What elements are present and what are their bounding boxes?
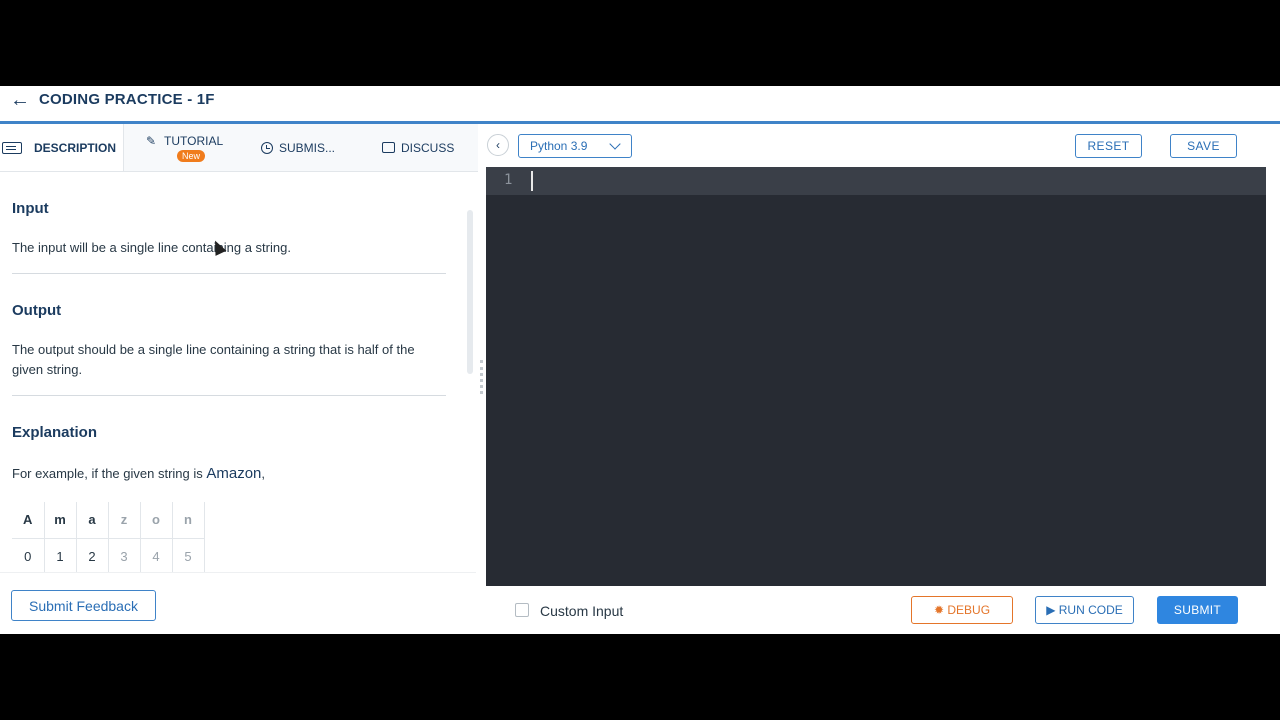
tab-discuss-label: DISCUSS xyxy=(401,140,455,155)
tab-tutorial[interactable]: ✎ TUTORIAL New xyxy=(143,124,243,171)
explanation-heading: Explanation xyxy=(12,424,98,441)
index-cell: 2 xyxy=(76,538,109,572)
pane-resize-handle[interactable] xyxy=(480,360,483,394)
input-text: The input will be a single line containi… xyxy=(12,240,291,255)
letter-cell: A xyxy=(12,502,45,539)
index-cell: 4 xyxy=(140,538,173,572)
index-table: A m a z o n 0 1 2 3 4 5 xyxy=(12,502,205,572)
letter-cell: o xyxy=(140,502,173,539)
divider xyxy=(12,273,446,274)
back-arrow-icon[interactable]: ← xyxy=(10,90,30,110)
chat-icon xyxy=(382,142,395,153)
letters-row: A m a z o n xyxy=(12,502,205,539)
tab-tutorial-label: TUTORIAL xyxy=(164,133,224,148)
language-select[interactable]: Python 3.9 xyxy=(518,134,632,158)
input-heading: Input xyxy=(12,200,49,217)
active-line: 1 xyxy=(486,167,1266,195)
top-bar: ← CODING PRACTICE - 1F xyxy=(0,86,1280,121)
example-word: Amazon xyxy=(206,465,262,482)
problem-description-pane[interactable]: Input The input will be a single line co… xyxy=(0,172,476,572)
collapse-panel-button[interactable]: ‹ xyxy=(487,134,509,156)
output-heading: Output xyxy=(12,302,62,319)
edit-note-icon: ✎ xyxy=(145,133,157,148)
description-icon xyxy=(2,141,22,154)
divider xyxy=(12,395,446,396)
debug-button[interactable]: ✹ DEBUG xyxy=(911,596,1013,624)
submit-feedback-button[interactable]: Submit Feedback xyxy=(11,590,156,621)
example-text: For example, if the given string is Amaz… xyxy=(12,464,442,484)
letter-cell: a xyxy=(76,502,109,539)
chevron-down-icon xyxy=(609,138,621,150)
app-window: ← CODING PRACTICE - 1F DESCRIPTION ✎ TUT… xyxy=(0,86,1280,634)
language-value: Python 3.9 xyxy=(530,139,588,153)
tab-discuss[interactable]: DISCUSS xyxy=(382,124,472,171)
tab-submissions[interactable]: SUBMIS... xyxy=(261,124,371,171)
submit-button[interactable]: SUBMIT xyxy=(1157,596,1238,624)
reset-button[interactable]: RESET xyxy=(1075,134,1142,158)
problem-tabs: DESCRIPTION ✎ TUTORIAL New SUBMIS... DIS… xyxy=(0,124,478,172)
tab-description-label: DESCRIPTION xyxy=(34,140,117,155)
run-code-button[interactable]: ▶ RUN CODE xyxy=(1035,596,1134,624)
index-cell: 5 xyxy=(172,538,205,572)
custom-input-checkbox[interactable] xyxy=(515,603,529,617)
custom-input-label[interactable]: Custom Input xyxy=(540,603,623,619)
index-cell: 0 xyxy=(12,538,45,572)
example-prefix: For example, if the given string is xyxy=(12,466,207,481)
page-title: CODING PRACTICE - 1F xyxy=(39,91,215,108)
index-cell: 1 xyxy=(44,538,77,572)
letter-cell: n xyxy=(172,502,205,539)
tab-description[interactable]: DESCRIPTION xyxy=(0,124,124,171)
new-badge: New xyxy=(177,149,206,162)
letter-cell: m xyxy=(44,502,77,539)
example-suffix: , xyxy=(261,466,266,481)
letter-cell: z xyxy=(108,502,141,539)
tab-submissions-label: SUBMIS... xyxy=(279,140,336,155)
chevron-left-icon: ‹ xyxy=(496,138,500,152)
save-button[interactable]: SAVE xyxy=(1170,134,1237,158)
description-scrollbar[interactable] xyxy=(467,210,473,374)
left-footer: Submit Feedback xyxy=(0,572,476,634)
indices-row: 0 1 2 3 4 5 xyxy=(12,538,205,572)
clock-icon xyxy=(261,141,273,154)
code-editor[interactable]: 1 xyxy=(486,167,1266,586)
index-cell: 3 xyxy=(108,538,141,572)
output-text: The output should be a single line conta… xyxy=(12,342,415,377)
line-number: 1 xyxy=(504,172,513,188)
text-caret xyxy=(531,171,533,191)
